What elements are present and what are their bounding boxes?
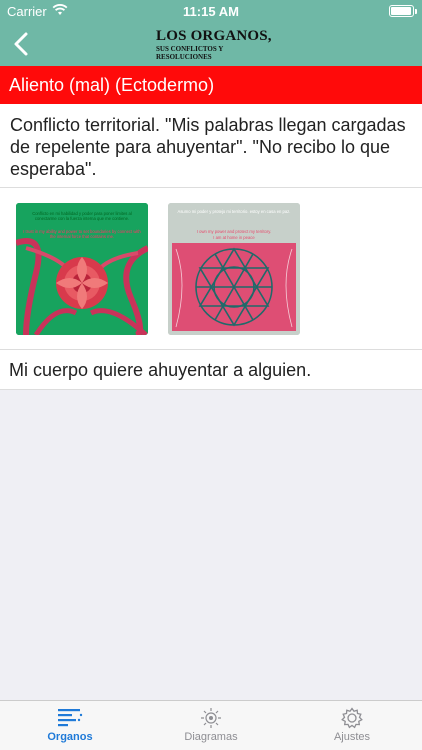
logo-subtitle-1: SUS CONFLICTOS Y xyxy=(156,45,224,53)
status-time: 11:15 AM xyxy=(183,4,239,19)
tab-ajustes-label: Ajustes xyxy=(333,731,371,743)
navigation-bar: LOS ORGANOS, SUS CONFLICTOS Y RESOLUCION… xyxy=(0,22,422,66)
flower-artwork-image xyxy=(16,203,148,335)
card-2-english-text-1: I own my power and protect my territory. xyxy=(196,229,272,234)
tab-diagramas-label: Diagramas xyxy=(184,731,238,743)
card-images-row: Conflicto en mi habilidad y poder para p… xyxy=(0,188,422,350)
card-2-spanish-text: Asumo mi poder y protejo mi territorio. … xyxy=(177,209,291,214)
card-2-english-text-2: I am at home in peace xyxy=(213,235,255,240)
mandala-artwork-image xyxy=(168,203,300,335)
tab-organos-label: Organos xyxy=(47,731,93,743)
status-bar: Carrier 11:15 AM xyxy=(0,0,422,22)
gear-icon xyxy=(341,707,363,729)
body-statement: Mi cuerpo quiere ahuyentar a alguien. xyxy=(0,350,422,390)
battery-icon xyxy=(389,5,417,17)
back-chevron-icon[interactable] xyxy=(10,30,34,58)
card-1-english-text: I trust in my ability and power to set b… xyxy=(23,229,141,240)
app-logo: LOS ORGANOS, SUS CONFLICTOS Y RESOLUCION… xyxy=(156,28,272,61)
tab-bar: Organos Diagramas Ajustes xyxy=(0,700,422,750)
organ-detail: Conflicto territorial. "Mis palabras lle… xyxy=(0,104,422,390)
tab-diagramas[interactable]: Diagramas xyxy=(141,701,281,750)
organ-header: Aliento (mal) (Ectodermo) xyxy=(0,66,422,104)
affirmation-card-1[interactable]: Conflicto en mi habilidad y poder para p… xyxy=(16,203,148,335)
logo-subtitle-2: RESOLUCIONES xyxy=(156,53,212,61)
conflict-description: Conflicto territorial. "Mis palabras lle… xyxy=(0,104,422,188)
affirmation-card-2[interactable]: Asumo mi poder y protejo mi territorio. … xyxy=(168,203,300,335)
list-icon xyxy=(58,709,83,727)
diagram-icon xyxy=(201,708,221,728)
logo-title: LOS ORGANOS, xyxy=(156,28,272,44)
tab-organos[interactable]: Organos xyxy=(0,701,140,750)
tab-ajustes[interactable]: Ajustes xyxy=(282,701,422,750)
card-1-spanish-text: Conflicto en mi habilidad y poder para p… xyxy=(32,211,132,222)
